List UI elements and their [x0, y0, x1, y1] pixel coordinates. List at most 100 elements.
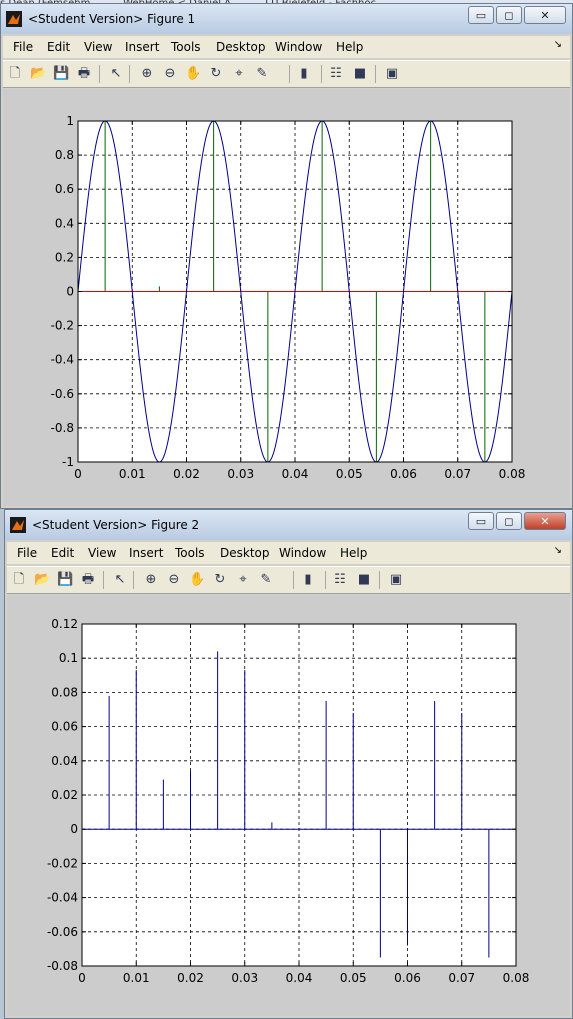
colorbar-icon[interactable]: ▮ [296, 66, 312, 82]
legend-icon[interactable]: ☷ [328, 66, 344, 82]
y-tick-label: -0.06 [47, 925, 78, 939]
x-tick-label: 0.07 [444, 467, 471, 481]
close-button[interactable]: ✕ [524, 512, 566, 530]
pan-hand-icon[interactable]: ✋ [189, 572, 205, 588]
y-tick-label: 0.06 [51, 720, 78, 734]
menu-bar: File Edit View Insert Tools Desktop Wind… [3, 36, 570, 58]
show-plot-tools-icon[interactable]: ▣ [388, 572, 404, 588]
x-tick-label: 0 [74, 467, 82, 481]
menu-file[interactable]: File [17, 546, 37, 560]
zoom-in-icon[interactable]: ⊕ [143, 572, 159, 588]
x-tick-label: 0.06 [390, 467, 417, 481]
open-file-icon[interactable]: 📂 [30, 66, 46, 82]
pan-hand-icon[interactable]: ✋ [185, 66, 201, 82]
pointer-icon[interactable]: ↖ [112, 572, 128, 588]
window-title: <Student Version> Figure 2 [32, 518, 200, 532]
brush-icon[interactable]: ✎ [254, 66, 270, 82]
close-button[interactable]: ✕ [524, 6, 566, 24]
legend-icon[interactable]: ☷ [332, 572, 348, 588]
menu-view[interactable]: View [88, 546, 116, 560]
y-tick-label: 0 [66, 285, 74, 299]
x-tick-label: 0.08 [503, 971, 530, 985]
data-cursor-icon[interactable]: ⌖ [235, 572, 251, 588]
y-tick-label: 0.4 [55, 216, 74, 230]
menu-desktop[interactable]: Desktop [220, 546, 270, 560]
y-tick-label: 0 [70, 822, 78, 836]
toolbar-separator [133, 571, 134, 589]
menu-file[interactable]: File [13, 40, 33, 54]
menu-overflow-icon[interactable]: ↘ [554, 39, 562, 50]
zoom-out-icon[interactable]: ⊖ [162, 66, 178, 82]
minimize-button[interactable]: ▭ [468, 6, 494, 24]
y-tick-label: 0.1 [59, 651, 78, 665]
hide-plot-tools-icon[interactable]: ■ [352, 66, 368, 82]
toolbar-separator [321, 65, 322, 83]
chart-2[interactable]: 0 0.01 0.02 0.03 0.04 0.05 0.06 0.07 0.08 0.12 0.1… [7, 595, 570, 1017]
open-file-icon[interactable]: 📂 [34, 572, 50, 588]
show-plot-tools-icon[interactable]: ▣ [384, 66, 400, 82]
menu-help[interactable]: Help [336, 40, 363, 54]
maximize-button[interactable]: ◻ [496, 512, 522, 530]
data-cursor-icon[interactable]: ⌖ [231, 66, 247, 82]
x-tick-label: 0.05 [336, 467, 363, 481]
menu-desktop[interactable]: Desktop [216, 40, 266, 54]
menu-edit[interactable]: Edit [47, 40, 70, 54]
toolbar-separator [99, 65, 100, 83]
menu-window[interactable]: Window [279, 546, 326, 560]
brush-icon[interactable]: ✎ [258, 572, 274, 588]
y-tick-label: 0.8 [55, 148, 74, 162]
save-icon[interactable]: 💾 [57, 572, 73, 588]
rotate-3d-icon[interactable]: ↻ [212, 572, 228, 588]
print-icon[interactable]: 🖶 [76, 66, 92, 82]
zoom-out-icon[interactable]: ⊖ [166, 572, 182, 588]
y-tick-label: -0.02 [47, 856, 78, 870]
menu-tools[interactable]: Tools [171, 40, 201, 54]
hide-plot-tools-icon[interactable]: ■ [356, 572, 372, 588]
y-tick-label: 0.12 [51, 617, 78, 631]
menu-view[interactable]: View [84, 40, 112, 54]
toolbar-separator [325, 571, 326, 589]
y-tick-label: -0.2 [51, 319, 74, 333]
menu-insert[interactable]: Insert [129, 546, 163, 560]
y-tick-label: 0.08 [51, 685, 78, 699]
zoom-in-icon[interactable]: ⊕ [139, 66, 155, 82]
x-tick-label: 0.01 [119, 467, 146, 481]
y-tick-label: -0.04 [47, 891, 78, 905]
x-tick-label: 0.02 [177, 971, 204, 985]
y-tick-label: 1 [66, 114, 74, 128]
menu-bar: File Edit View Insert Tools Desktop Wind… [7, 542, 570, 564]
x-tick-label: 0.03 [227, 467, 254, 481]
save-icon[interactable]: 💾 [53, 66, 69, 82]
x-tick-label: 0.06 [394, 971, 421, 985]
maximize-button[interactable]: ◻ [496, 6, 522, 24]
new-figure-icon[interactable]: 🗋 [11, 572, 27, 588]
toolbar-separator [129, 65, 130, 83]
title-bar[interactable]: <Student Version> Figure 1 ▭ ◻ ✕ [1, 4, 572, 34]
pointer-icon[interactable]: ↖ [108, 66, 124, 82]
window-title: <Student Version> Figure 1 [28, 12, 196, 26]
matlab-icon [10, 517, 26, 533]
chart-1[interactable]: 0 0.01 0.02 0.03 0.04 0.05 0.06 0.07 0.08 1 0.8 0.6… [3, 89, 572, 508]
figure-2-window: <Student Version> Figure 2 ▭ ◻ ✕ File Ed… [4, 509, 573, 1019]
figure-toolbar: 🗋 📂 💾 🖶 ↖ ⊕ ⊖ ✋ ↻ ⌖ ✎ ▮ ☷ ■ ▣ [7, 566, 570, 594]
menu-insert[interactable]: Insert [125, 40, 159, 54]
print-icon[interactable]: 🖶 [80, 572, 96, 588]
menu-window[interactable]: Window [275, 40, 322, 54]
x-tick-label: 0.01 [123, 971, 150, 985]
new-figure-icon[interactable]: 🗋 [7, 66, 23, 82]
x-tick-label: 0.02 [173, 467, 200, 481]
y-tick-label: -0.6 [51, 387, 74, 401]
x-tick-label: 0.03 [231, 971, 258, 985]
x-tick-label: 0.05 [340, 971, 367, 985]
menu-overflow-icon[interactable]: ↘ [554, 545, 562, 556]
minimize-button[interactable]: ▭ [468, 512, 494, 530]
menu-edit[interactable]: Edit [51, 546, 74, 560]
menu-tools[interactable]: Tools [175, 546, 205, 560]
colorbar-icon[interactable]: ▮ [300, 572, 316, 588]
rotate-3d-icon[interactable]: ↻ [208, 66, 224, 82]
x-tick-label: 0.07 [448, 971, 475, 985]
title-bar[interactable]: <Student Version> Figure 2 ▭ ◻ ✕ [5, 510, 572, 540]
x-tick-label: 0 [78, 971, 86, 985]
toolbar-separator [375, 65, 376, 83]
menu-help[interactable]: Help [340, 546, 367, 560]
